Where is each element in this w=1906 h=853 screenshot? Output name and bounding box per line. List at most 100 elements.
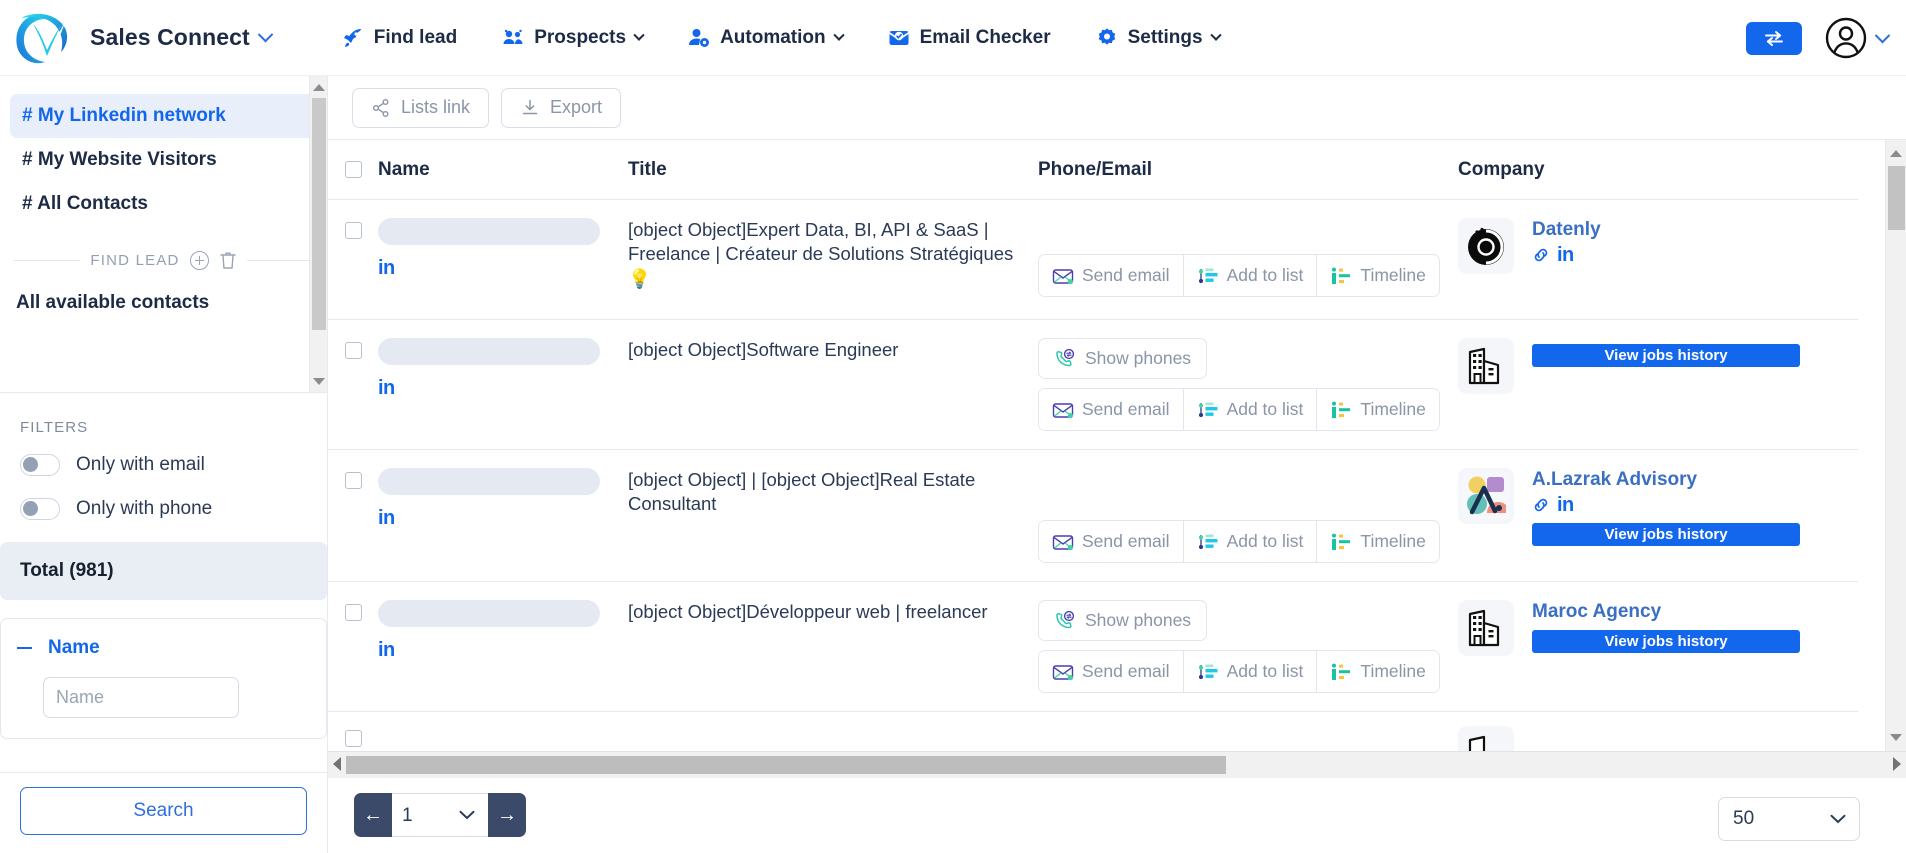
chevron-down-icon — [832, 29, 845, 41]
send-email-button[interactable]: Send email — [1039, 255, 1184, 297]
nav-item-automation[interactable]: Automation — [665, 16, 865, 60]
filter-only-with-email[interactable]: Only with email — [20, 454, 307, 476]
sidebar-list-all-contacts[interactable]: # All Contacts — [10, 182, 317, 226]
filter-name-header[interactable]: Name — [17, 637, 310, 659]
linkedin-icon[interactable]: in — [378, 377, 395, 400]
row-actions: Send email Add to list Timeline — [1038, 650, 1440, 694]
share-icon — [373, 98, 389, 117]
linkedin-icon[interactable]: in — [378, 639, 395, 662]
nav-item-prospects[interactable]: Prospects — [479, 16, 665, 60]
send-email-button[interactable]: Send email — [1039, 651, 1184, 693]
column-header-name[interactable]: Name — [378, 159, 628, 181]
company-name[interactable]: Datenly — [1532, 218, 1858, 242]
row-checkbox[interactable] — [344, 604, 362, 622]
button-label: Show phones — [1085, 348, 1192, 369]
toggle-switch[interactable] — [20, 498, 60, 520]
table-horizontal-scrollbar[interactable] — [328, 750, 1906, 777]
people-icon — [503, 29, 523, 44]
column-header-phone-email[interactable]: Phone/Email — [1038, 159, 1458, 181]
nav-item-email-checker[interactable]: Email Checker — [865, 16, 1073, 60]
building-icon — [1468, 347, 1500, 385]
next-page-button[interactable]: → — [488, 793, 526, 838]
scroll-left-arrow-icon[interactable] — [333, 757, 341, 772]
sidebar-list-my-linkedin-network[interactable]: # My Linkedin network — [10, 94, 317, 138]
swap-toggle-button[interactable] — [1746, 21, 1802, 55]
sidebar-vertical-scrollbar[interactable] — [309, 76, 327, 392]
nav-item-settings[interactable]: Settings — [1073, 16, 1242, 60]
brand-switcher[interactable]: Sales Connect — [90, 24, 274, 51]
link-icon[interactable] — [1532, 246, 1550, 264]
add-to-list-button[interactable]: Add to list — [1183, 521, 1318, 563]
sidebar-all-available-contacts[interactable]: All available contacts — [16, 292, 311, 314]
rocket-icon — [343, 28, 361, 47]
row-checkbox[interactable] — [344, 342, 362, 360]
view-jobs-history-button[interactable]: View jobs history — [1532, 629, 1800, 653]
linkedin-icon[interactable]: in — [1557, 494, 1574, 517]
list-add-icon — [1198, 534, 1218, 549]
lists-link-button[interactable]: Lists link — [352, 87, 490, 128]
filter-only-with-phone[interactable]: Only with phone — [20, 498, 307, 520]
send-email-button[interactable]: Send email — [1039, 521, 1184, 563]
row-checkbox[interactable] — [344, 472, 362, 490]
company-logo — [1458, 218, 1514, 275]
sidebar: # My Linkedin network # My Website Visit… — [0, 76, 328, 853]
scroll-down-arrow-icon[interactable] — [1890, 733, 1902, 741]
select-all-checkbox[interactable] — [344, 161, 362, 179]
scroll-right-arrow-icon[interactable] — [1893, 757, 1901, 772]
company-name[interactable]: Maroc Agency — [1532, 600, 1858, 624]
timeline-button[interactable]: Timeline — [1317, 521, 1439, 563]
timeline-button[interactable]: Timeline — [1317, 255, 1439, 297]
pagination: ← 1 → — [354, 793, 526, 838]
filter-name-input[interactable] — [43, 677, 239, 718]
plus-circle-icon[interactable] — [189, 250, 209, 270]
linkedin-icon[interactable]: in — [378, 507, 395, 530]
add-to-list-button[interactable]: Add to list — [1183, 389, 1318, 431]
linkedin-icon[interactable]: in — [1557, 244, 1574, 267]
row-title-cell: [object Object]Expert Data, BI, API & Sa… — [628, 218, 1038, 301]
scroll-down-arrow-icon[interactable] — [313, 378, 325, 385]
view-jobs-history-button[interactable]: View jobs history — [1532, 344, 1800, 368]
show-phones-button[interactable]: Show phones — [1038, 338, 1208, 380]
view-jobs-history-button[interactable]: View jobs history — [1532, 522, 1800, 546]
table-toolbar: Lists link Export — [328, 76, 1906, 139]
toggle-switch[interactable] — [20, 454, 60, 476]
row-name-cell: in — [378, 338, 628, 431]
page-select[interactable]: 1 — [392, 793, 488, 838]
button-label: Send email — [1082, 661, 1170, 682]
timeline-button[interactable]: Timeline — [1317, 389, 1439, 431]
main-nav: Find lead Prospects Automation Email Che… — [319, 16, 1242, 60]
company-name[interactable]: A.Lazrak Advisory — [1532, 468, 1858, 492]
row-title-text: [object Object]Développeur web | freelan… — [628, 601, 988, 623]
search-button[interactable]: Search — [20, 787, 307, 835]
prev-page-button[interactable]: ← — [354, 793, 392, 838]
timeline-button[interactable]: Timeline — [1317, 651, 1439, 693]
send-email-button[interactable]: Send email — [1039, 389, 1184, 431]
add-to-list-button[interactable]: Add to list — [1183, 651, 1318, 693]
table-vertical-scrollbar[interactable] — [1885, 140, 1906, 751]
scroll-thumb[interactable] — [1888, 166, 1905, 231]
sidebar-list-my-website-visitors[interactable]: # My Website Visitors — [10, 138, 317, 182]
export-button[interactable]: Export — [501, 87, 622, 128]
scroll-thumb[interactable] — [312, 98, 326, 330]
nav-item-find-lead[interactable]: Find lead — [319, 16, 479, 60]
find-lead-divider: FIND LEAD — [14, 250, 313, 270]
app-logo[interactable] — [0, 0, 84, 76]
linkedin-icon[interactable]: in — [378, 257, 395, 280]
column-header-company[interactable]: Company — [1458, 159, 1858, 181]
chevron-down-icon — [1874, 27, 1891, 43]
scroll-up-arrow-icon[interactable] — [313, 84, 325, 91]
row-checkbox[interactable] — [344, 730, 362, 748]
row-checkbox[interactable] — [344, 222, 362, 240]
column-header-title[interactable]: Title — [628, 159, 1038, 181]
scroll-thumb[interactable] — [346, 755, 1226, 774]
show-phones-button[interactable]: Show phones — [1038, 600, 1208, 642]
link-icon[interactable] — [1532, 496, 1550, 514]
row-company-cell: View jobs history — [1458, 338, 1858, 431]
nav-label: Automation — [720, 26, 826, 48]
scroll-up-arrow-icon[interactable] — [1890, 150, 1902, 158]
account-menu[interactable] — [1824, 16, 1891, 60]
hidden-name-placeholder — [378, 600, 600, 628]
per-page-select[interactable]: 50 — [1718, 796, 1860, 841]
trash-icon[interactable] — [219, 250, 237, 270]
add-to-list-button[interactable]: Add to list — [1183, 255, 1318, 297]
